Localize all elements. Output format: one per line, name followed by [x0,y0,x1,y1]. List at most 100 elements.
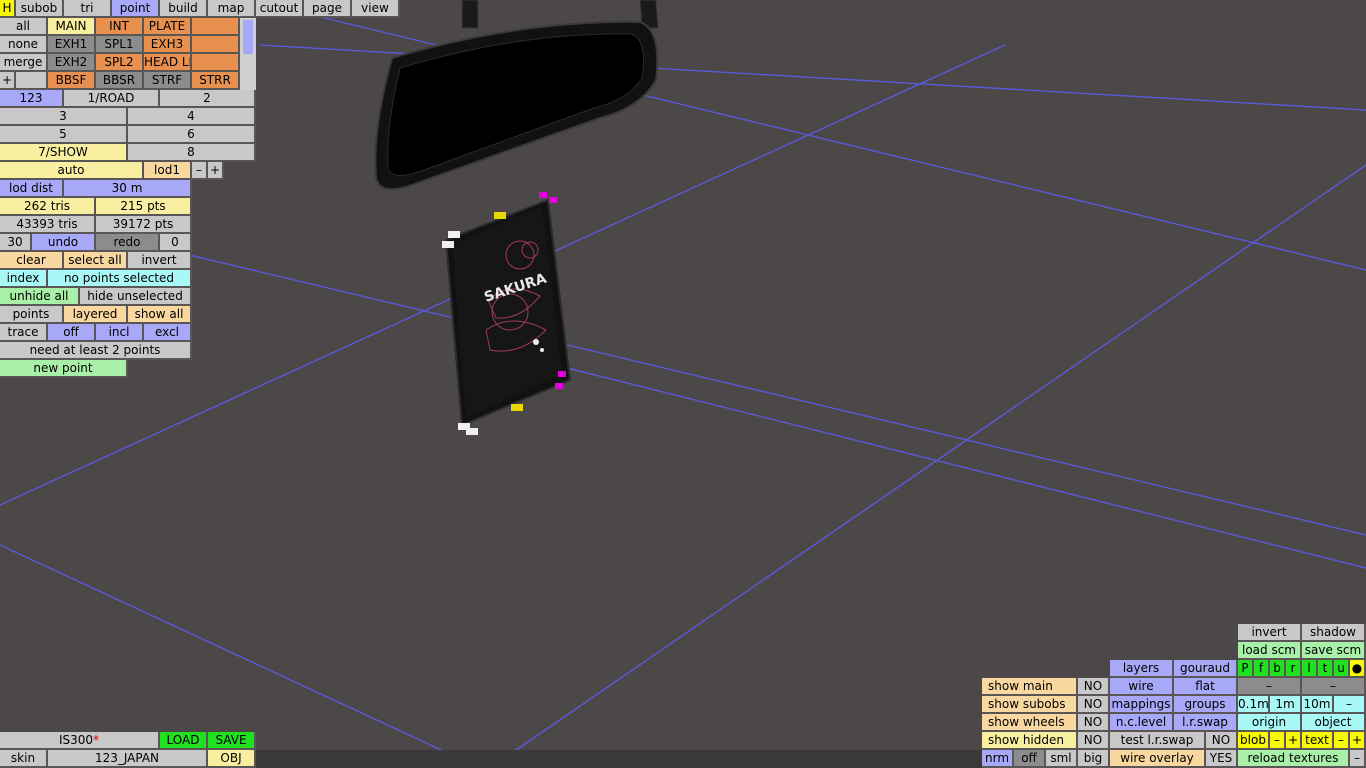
invert-selection-button[interactable]: invert [128,252,192,270]
layer-slot-empty[interactable] [192,54,240,72]
layer-scrollbar-thumb[interactable] [243,20,253,54]
layer-add-button[interactable]: + [0,72,16,90]
show-subobs-toggle[interactable]: NO [1078,696,1110,714]
text-plus-button[interactable]: + [1350,732,1366,750]
layer-all-button[interactable]: all [0,18,48,36]
size-off-button[interactable]: off [1014,750,1046,768]
object-button[interactable]: object [1302,714,1366,732]
blob-minus-button[interactable]: – [1270,732,1286,750]
reload-textures-button[interactable]: reload textures [1238,750,1350,768]
load-scm-button[interactable]: load scm [1238,642,1302,660]
show-hidden-toggle[interactable]: NO [1078,732,1110,750]
origin-button[interactable]: origin [1238,714,1302,732]
unhide-all-button[interactable]: unhide all [0,288,80,306]
lod-dist-value[interactable]: 30 m [64,180,192,198]
lr-swap-button[interactable]: l.r.swap [1174,714,1238,732]
layer-int[interactable]: INT [96,18,144,36]
layer-spl1[interactable]: SPL1 [96,36,144,54]
flag-t-toggle[interactable]: t [1318,660,1334,678]
tab-page[interactable]: page [304,0,352,18]
groups-button[interactable]: groups [1174,696,1238,714]
dash-button[interactable]: – [1302,678,1366,696]
tab-point[interactable]: point [112,0,160,18]
mappings-button[interactable]: mappings [1110,696,1174,714]
lod-3-button[interactable]: 3 [0,108,128,126]
flag-r-toggle[interactable]: r [1286,660,1302,678]
layer-spl2[interactable]: SPL2 [96,54,144,72]
layer-slot-empty[interactable] [192,18,240,36]
tab-cutout[interactable]: cutout [256,0,304,18]
hide-unselected-button[interactable]: hide unselected [80,288,192,306]
trace-off-button[interactable]: off [48,324,96,342]
show-main-toggle[interactable]: NO [1078,678,1110,696]
lod-road-button[interactable]: 1/ROAD [64,90,160,108]
shadow-button[interactable]: shadow [1302,624,1366,642]
wire-overlay-toggle[interactable]: YES [1206,750,1238,768]
tab-build[interactable]: build [160,0,208,18]
layer-bbsr[interactable]: BBSR [96,72,144,90]
layer-slot-empty[interactable] [16,72,48,90]
layer-head-li[interactable]: HEAD LI [144,54,192,72]
file-name[interactable]: IS300* [0,732,160,750]
lod-show-button[interactable]: 7/SHOW [0,144,128,162]
lod-4-button[interactable]: 4 [128,108,256,126]
show-wheels-toggle[interactable]: NO [1078,714,1110,732]
big-size-button[interactable]: big [1078,750,1110,768]
invert-view-button[interactable]: invert [1238,624,1302,642]
layer-exh3[interactable]: EXH3 [144,36,192,54]
test-lr-swap-toggle[interactable]: NO [1206,732,1238,750]
flag-l-toggle[interactable]: l [1302,660,1318,678]
dash-button[interactable]: – [1238,678,1302,696]
select-all-button[interactable]: select all [64,252,128,270]
tab-view[interactable]: view [352,0,400,18]
lod-2-button[interactable]: 2 [160,90,256,108]
flag-u-toggle[interactable]: u [1334,660,1350,678]
undo-button[interactable]: undo [32,234,96,252]
layer-plate[interactable]: PLATE [144,18,192,36]
small-size-button[interactable]: sml [1046,750,1078,768]
trace-incl-button[interactable]: incl [96,324,144,342]
trace-excl-button[interactable]: excl [144,324,192,342]
text-minus-button[interactable]: – [1334,732,1350,750]
nc-level-button[interactable]: n.c.level [1110,714,1174,732]
gouraud-button[interactable]: gouraud [1174,660,1238,678]
save-scm-button[interactable]: save scm [1302,642,1366,660]
new-point-button[interactable]: new point [0,360,128,378]
lod-plus-button[interactable]: + [208,162,224,180]
layer-slot-empty[interactable] [192,36,240,54]
layer-main[interactable]: MAIN [48,18,96,36]
grid-1m-button[interactable]: 1m [1270,696,1302,714]
tab-tri[interactable]: tri [64,0,112,18]
grid-10m-button[interactable]: 10m [1302,696,1334,714]
points-mode-button[interactable]: points [0,306,64,324]
wire-button[interactable]: wire [1110,678,1174,696]
load-button[interactable]: LOAD [160,732,208,750]
redo-button[interactable]: redo [96,234,160,252]
dot-toggle-icon[interactable]: ● [1350,660,1366,678]
layer-bbsf[interactable]: BBSF [48,72,96,90]
layer-scrollbar[interactable] [240,18,256,90]
lod-5-button[interactable]: 5 [0,126,128,144]
help-button[interactable]: H [0,0,16,18]
skin-name[interactable]: 123_JAPAN [48,750,208,768]
layer-merge-button[interactable]: merge [0,54,48,72]
layer-exh1[interactable]: EXH1 [48,36,96,54]
layer-strr[interactable]: STRR [192,72,240,90]
lod-minus-button[interactable]: – [192,162,208,180]
tab-subob[interactable]: subob [16,0,64,18]
layers-view-button[interactable]: layers [1110,660,1174,678]
normal-size-button[interactable]: nrm [982,750,1014,768]
flag-p-toggle[interactable]: P [1238,660,1254,678]
lod-123-button[interactable]: 123 [0,90,64,108]
flag-f-toggle[interactable]: f [1254,660,1270,678]
save-button[interactable]: SAVE [208,732,256,750]
grid-0-1m-button[interactable]: 0.1m [1238,696,1270,714]
clear-selection-button[interactable]: clear [0,252,64,270]
tab-map[interactable]: map [208,0,256,18]
lod-6-button[interactable]: 6 [128,126,256,144]
obj-button[interactable]: OBJ [208,750,256,768]
reload-minus-button[interactable]: – [1350,750,1366,768]
show-all-mode-button[interactable]: show all [128,306,192,324]
layer-none-button[interactable]: none [0,36,48,54]
index-button[interactable]: index [0,270,48,288]
